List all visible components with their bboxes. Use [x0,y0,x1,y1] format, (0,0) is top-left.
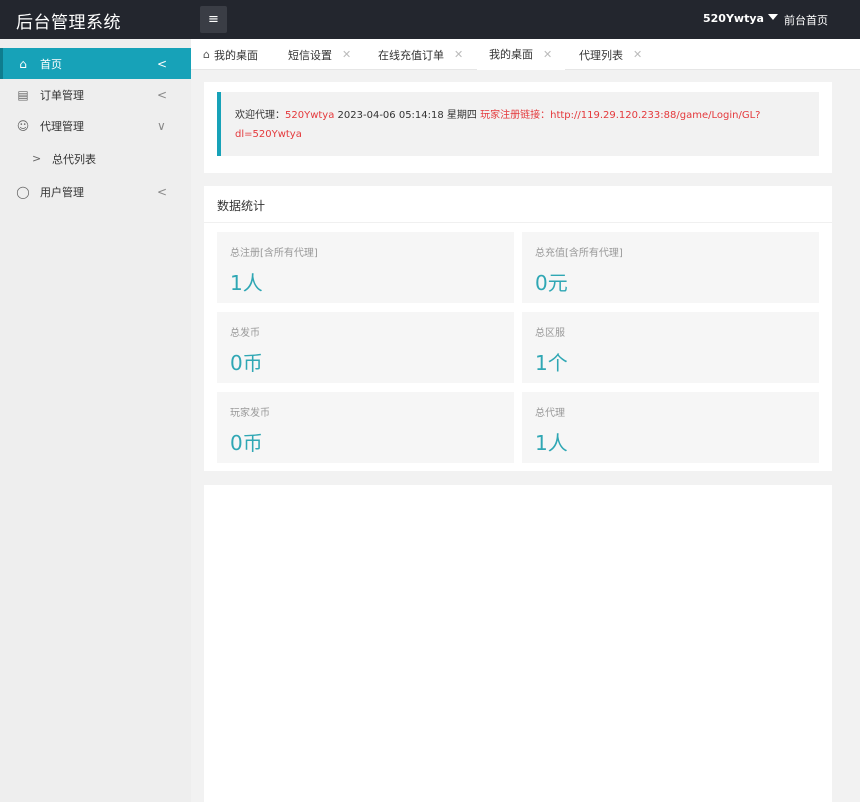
stat-label: 总注册[含所有代理] [230,248,318,259]
tab-label: 在线充值订单 [378,48,444,62]
sidebar-item-label: 首页 [40,57,62,71]
close-icon[interactable]: ✕ [454,48,463,61]
tab-label: 我的桌面 [489,48,533,61]
register-link-url-cont[interactable]: dl=520Ywtya [235,129,302,140]
stat-total-agents: 总代理 1人 [522,392,819,463]
empty-panel [204,485,832,802]
sidebar-item-home[interactable]: ⌂ 首页 < [0,48,191,79]
sidebar-item-master-agents[interactable]: > 总代列表 [0,143,191,174]
tab-bar: ⌂ 我的桌面 短信设置 ✕ 在线充值订单 ✕ 我的桌面 ✕ 代理列表 ✕ [191,39,860,70]
app-title: 后台管理系统 [16,13,121,33]
sidebar-item-label: 代理管理 [40,119,84,133]
chevron-left-icon: < [157,184,168,199]
tab-desktop-active[interactable]: 我的桌面 ✕ [477,39,565,70]
hamburger-icon[interactable]: ≡ [200,6,227,33]
welcome-datetime: 2023-04-06 05:14:18 星期四 [337,110,477,121]
stat-label: 总充值[含所有代理] [535,248,623,259]
sidebar-item-label: 总代列表 [52,152,96,166]
tab-recharge-orders[interactable]: 在线充值订单 ✕ [378,39,463,70]
stats-title: 数据统计 [217,199,266,213]
tab-sms-settings[interactable]: 短信设置 ✕ [288,39,351,70]
front-home-link[interactable]: 前台首页 [784,12,828,28]
sidebar-item-label: 用户管理 [40,185,84,199]
register-link-url[interactable]: http://119.29.120.233:88/game/Login/GL? [550,110,760,121]
tab-desktop-home[interactable]: ⌂ 我的桌面 [203,39,258,70]
stat-value: 0元 [535,271,568,295]
welcome-banner: 欢迎代理：520Ywtya 2023-04-06 05:14:18 星期四 玩家… [217,92,819,156]
close-icon[interactable]: ✕ [543,48,552,61]
stat-label: 玩家发币 [230,408,270,419]
chevron-left-icon: < [157,56,168,71]
tab-label: 短信设置 [288,48,332,62]
chevron-down-icon: ∨ [157,118,166,133]
stat-label: 总区服 [535,328,565,339]
stat-value: 1人 [230,271,263,295]
close-icon[interactable]: ✕ [342,48,351,61]
tab-label: 代理列表 [579,48,623,62]
agent-icon: ☺ [16,118,30,133]
stat-total-recharge: 总充值[含所有代理] 0元 [522,232,819,303]
top-header: 后台管理系统 ≡ 520Ywtya 前台首页 [0,0,860,39]
stat-label: 总代理 [535,408,565,419]
stat-value: 1人 [535,431,568,455]
sidebar: ⌂ 首页 < ▤ 订单管理 < ☺ 代理管理 ∨ > 总代列表 ◯ 用户管理 < [0,39,191,802]
user-menu[interactable]: 520Ywtya [703,12,778,25]
sidebar-item-agents[interactable]: ☺ 代理管理 ∨ [0,110,191,141]
home-icon: ⌂ [19,56,27,71]
sidebar-item-orders[interactable]: ▤ 订单管理 < [0,79,191,110]
stat-label: 总发币 [230,328,260,339]
divider [204,222,832,223]
stat-total-registrations: 总注册[含所有代理] 1人 [217,232,514,303]
user-icon: ◯ [16,184,30,199]
welcome-prefix: 欢迎代理： [235,110,285,121]
close-icon[interactable]: ✕ [633,48,642,61]
chevron-right-icon: > [32,152,42,165]
stat-value: 0币 [230,431,263,455]
sidebar-item-label: 订单管理 [40,88,84,102]
sidebar-item-users[interactable]: ◯ 用户管理 < [0,176,191,207]
chevron-left-icon: < [157,87,168,102]
stat-player-coins: 玩家发币 0币 [217,392,514,463]
stat-total-coins: 总发币 0币 [217,312,514,383]
register-link-label: 玩家注册链接： [480,110,551,121]
stat-total-servers: 总区服 1个 [522,312,819,383]
tab-label: 我的桌面 [213,48,258,62]
stat-value: 1个 [535,351,568,375]
agent-name: 520Ywtya [285,110,335,121]
caret-down-icon [767,14,778,20]
tab-agent-list[interactable]: 代理列表 ✕ [579,39,642,70]
home-icon: ⌂ [203,48,210,61]
user-name: 520Ywtya [703,12,764,25]
stat-value: 0币 [230,351,263,375]
document-icon: ▤ [17,87,29,102]
